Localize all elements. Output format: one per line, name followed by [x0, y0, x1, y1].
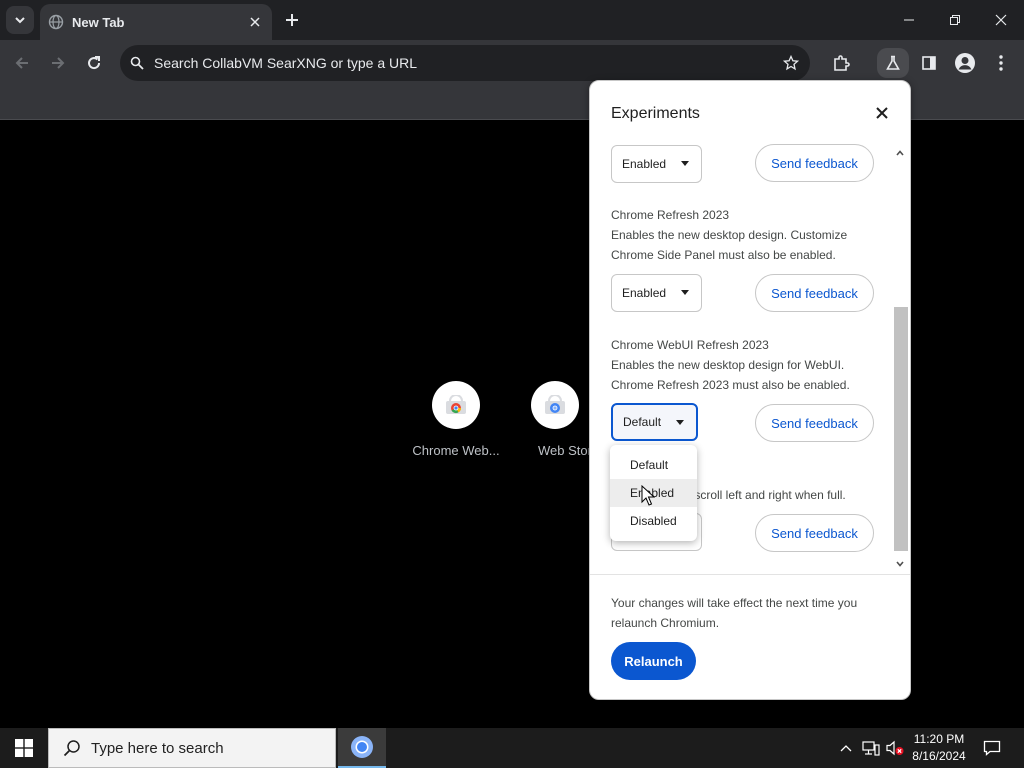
mouse-cursor-icon — [641, 485, 655, 506]
shortcut-label: Web Store — [538, 443, 591, 458]
flask-icon — [886, 55, 900, 70]
flag-select[interactable]: Enabled — [611, 274, 702, 312]
star-icon[interactable] — [780, 52, 802, 74]
caret-down-icon — [681, 290, 689, 295]
clock-date: 8/16/2024 — [912, 749, 966, 763]
notification-icon[interactable] — [982, 738, 1002, 758]
send-feedback-button[interactable]: Send feedback — [755, 514, 874, 552]
restore-icon — [950, 15, 960, 25]
tab-title: New Tab — [72, 14, 125, 30]
tab-search-button[interactable] — [6, 6, 34, 34]
relaunch-button[interactable]: Relaunch — [611, 642, 696, 680]
experiments-dialog: Experiments Enabled Send feedback Chrome… — [589, 80, 911, 700]
menu-button[interactable] — [986, 48, 1016, 78]
web-store-icon — [531, 381, 579, 429]
taskbar-search-input[interactable] — [91, 739, 321, 757]
windows-logo-icon — [15, 739, 33, 757]
chevron-up-icon[interactable] — [836, 738, 856, 758]
network-icon[interactable] — [861, 738, 881, 758]
shortcut-chrome-web-store[interactable]: Chrome Web... — [401, 381, 511, 458]
omnibox-input[interactable] — [154, 55, 754, 71]
labs-button[interactable] — [877, 48, 909, 78]
send-feedback-button[interactable]: Send feedback — [755, 274, 874, 312]
relaunch-notice: Your changes will take effect the next t… — [611, 596, 858, 630]
dropdown-option-default[interactable]: Default — [610, 451, 697, 479]
flag-name: Chrome Refresh 2023 — [611, 208, 730, 222]
system-clock[interactable]: 11:20 PM 8/16/2024 — [906, 731, 972, 765]
restore-button[interactable] — [932, 0, 978, 40]
select-value: Enabled — [622, 157, 667, 171]
close-icon[interactable] — [872, 103, 892, 123]
flag-description: to scroll left and right when full. — [681, 488, 846, 502]
dialog-title: Experiments — [611, 105, 700, 122]
close-window-button[interactable] — [978, 0, 1024, 40]
caret-down-icon — [676, 420, 684, 425]
minimize-icon — [904, 19, 914, 21]
back-button[interactable] — [7, 48, 37, 78]
omnibox[interactable] — [120, 45, 810, 81]
globe-icon — [48, 14, 64, 30]
chromium-icon — [351, 736, 373, 758]
side-panel-button[interactable] — [914, 48, 944, 78]
flag-description: Enables the new desktop design for WebUI… — [611, 358, 850, 392]
taskbar: 11:20 PM 8/16/2024 — [0, 728, 1024, 768]
taskbar-chromium[interactable] — [338, 728, 386, 768]
arrow-right-icon — [52, 57, 65, 69]
reload-icon — [88, 56, 101, 70]
shortcut-web-store[interactable]: Web Store — [513, 381, 591, 458]
dropdown-option-disabled[interactable]: Disabled — [610, 507, 697, 535]
search-icon — [130, 56, 144, 70]
profile-button[interactable] — [950, 48, 980, 78]
flag-select[interactable]: Enabled — [611, 145, 702, 183]
select-value: Enabled — [622, 286, 667, 300]
tab-new-tab[interactable]: New Tab — [40, 4, 272, 40]
arrow-left-icon — [15, 57, 28, 69]
flag-description: Enables the new desktop design. Customiz… — [611, 228, 848, 262]
scroll-up-arrow[interactable] — [895, 148, 905, 158]
search-icon — [63, 740, 80, 757]
tab-strip: New Tab — [0, 0, 1024, 40]
scrollbar-thumb[interactable] — [894, 307, 908, 551]
close-icon[interactable] — [246, 13, 264, 31]
chrome-web-store-icon — [432, 381, 480, 429]
forward-button[interactable] — [43, 48, 73, 78]
new-tab-button[interactable] — [280, 8, 304, 32]
close-icon — [995, 14, 1007, 26]
send-feedback-button[interactable]: Send feedback — [755, 144, 874, 182]
plus-icon — [286, 14, 298, 26]
select-value: Default — [623, 415, 662, 429]
chevron-down-icon — [15, 17, 25, 24]
kebab-menu-icon — [999, 55, 1003, 71]
send-feedback-button[interactable]: Send feedback — [755, 404, 874, 442]
minimize-button[interactable] — [886, 0, 932, 40]
flag-select[interactable]: Default — [611, 403, 698, 441]
start-button[interactable] — [0, 728, 48, 768]
scroll-down-arrow[interactable] — [895, 559, 905, 569]
side-panel-icon — [922, 56, 936, 70]
flag-name: Chrome WebUI Refresh 2023 — [611, 338, 769, 352]
reload-button[interactable] — [79, 48, 109, 78]
shortcut-label: Chrome Web... — [412, 443, 500, 458]
puzzle-icon — [834, 55, 850, 71]
caret-down-icon — [681, 161, 689, 166]
clock-time: 11:20 PM — [913, 732, 965, 746]
taskbar-search[interactable] — [48, 728, 336, 768]
extensions-button[interactable] — [826, 48, 856, 78]
avatar-icon — [955, 53, 975, 73]
volume-muted-icon[interactable] — [885, 738, 905, 758]
